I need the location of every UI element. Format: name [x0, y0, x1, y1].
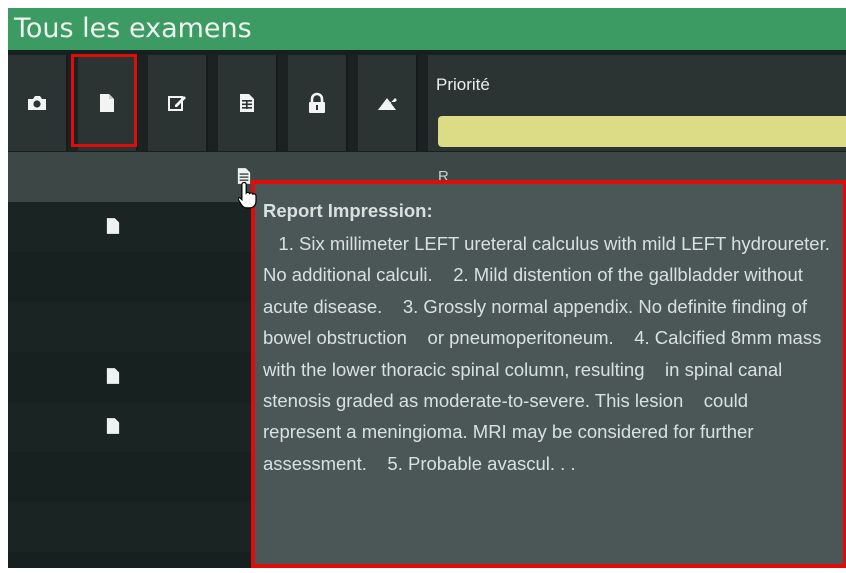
document-icon	[100, 94, 114, 112]
priority-label: Priorité	[436, 75, 490, 94]
report-button[interactable]	[218, 55, 278, 151]
toolbar: Priorité	[8, 54, 846, 151]
document-icon[interactable]	[106, 367, 120, 390]
tooltip-title: Report Impression:	[263, 200, 433, 221]
priority-filter: Priorité	[428, 55, 846, 151]
tooltip-body: 1. Six millimeter LEFT ureteral calculus…	[263, 233, 830, 474]
exam-list-window: Tous les examens Priorité R Report Impre…	[8, 8, 846, 568]
document-button[interactable]	[78, 55, 138, 151]
pin-icon	[376, 98, 397, 111]
report-icon	[240, 94, 254, 112]
document-icon[interactable]	[106, 417, 120, 440]
lock-button[interactable]	[288, 55, 348, 151]
edit-button[interactable]	[148, 55, 208, 151]
edit-icon	[168, 96, 186, 111]
report-impression-tooltip: Report Impression: 1. Six millimeter LEF…	[251, 180, 846, 568]
hand-cursor-icon	[238, 181, 257, 209]
document-icon[interactable]	[106, 217, 120, 240]
camera-button[interactable]	[8, 55, 68, 151]
window-title: Tous les examens	[8, 8, 846, 50]
pin-button[interactable]	[358, 55, 418, 151]
priority-input[interactable]	[438, 116, 846, 147]
camera-icon	[28, 96, 46, 110]
lock-icon	[309, 92, 325, 113]
